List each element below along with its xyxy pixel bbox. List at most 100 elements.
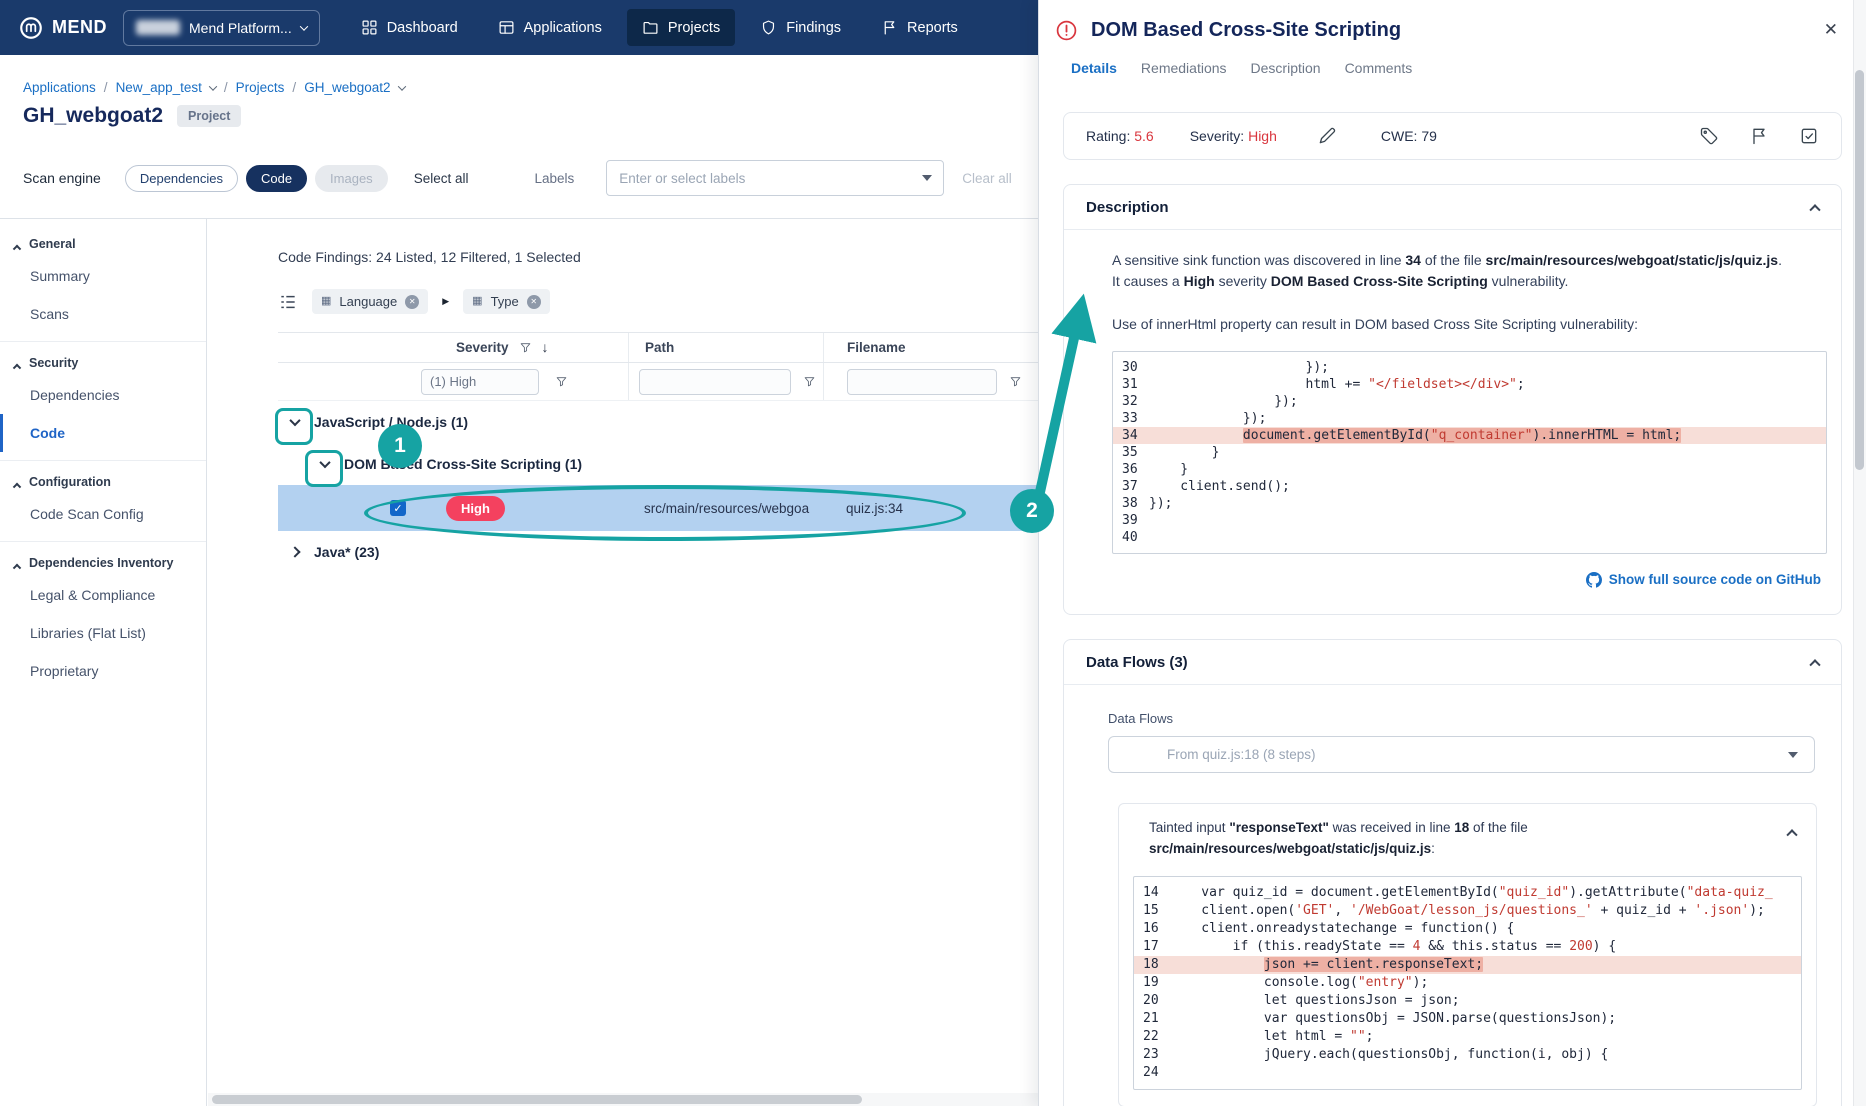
sidebar-section-general-header[interactable]: General (0, 229, 206, 257)
sidebar-item-legal-compliance[interactable]: Legal & Compliance (0, 576, 206, 614)
sidebar-item-scans[interactable]: Scans (0, 295, 206, 333)
breadcrumb-projects[interactable]: Projects (236, 80, 285, 95)
code-line: 38}); (1122, 496, 1173, 511)
view-settings-icon[interactable] (278, 292, 298, 312)
scan-engine-pills: Dependencies Code Images (124, 164, 388, 192)
nav-reports[interactable]: Reports (866, 9, 973, 46)
grid-icon: ▦ (472, 295, 483, 307)
filename-filter-input[interactable] (847, 368, 997, 395)
chevron-down-icon[interactable] (397, 81, 406, 91)
select-all-link[interactable]: Select all (414, 171, 469, 186)
resolve-checkbox-icon[interactable] (1799, 126, 1819, 146)
vertical-scrollbar-thumb[interactable] (1855, 70, 1864, 470)
group-chip-language[interactable]: ▦ Language ✕ (312, 289, 429, 314)
clear-all-link[interactable]: Clear all (962, 171, 1012, 186)
finding-info-card: Rating: 5.6 Severity: High CWE: 79 (1063, 112, 1842, 160)
org-selector-dropdown[interactable]: Mend Platform... (123, 9, 320, 46)
filename-column-header[interactable]: Filename (847, 340, 906, 355)
filename-filter-funnel-icon[interactable] (1009, 375, 1022, 388)
nav-dashboard[interactable]: Dashboard (346, 9, 473, 46)
tag-icon[interactable] (1699, 126, 1719, 146)
chevron-down-icon (299, 21, 308, 31)
expand-group-icon[interactable] (284, 541, 306, 563)
sidebar-section-security: Security Dependencies Code (0, 342, 206, 461)
sidebar-section-configuration-header[interactable]: Configuration (0, 467, 206, 495)
severity-column-header[interactable]: Severity (456, 340, 509, 355)
mend-logo-icon (20, 16, 42, 39)
rating-label: Rating: (1086, 128, 1131, 144)
remove-language-chip-icon[interactable]: ✕ (405, 294, 420, 309)
remove-type-chip-icon[interactable]: ✕ (526, 294, 541, 309)
collapse-description-icon[interactable] (1809, 198, 1821, 216)
engine-pill-images: Images (315, 164, 388, 192)
engine-pill-dependencies[interactable]: Dependencies (124, 164, 238, 192)
severity-filter-input[interactable] (421, 368, 539, 395)
horizontal-scrollbar-thumb[interactable] (212, 1095, 862, 1104)
sidebar-item-libraries-flat-list[interactable]: Libraries (Flat List) (0, 614, 206, 652)
severity-filter-funnel-icon[interactable] (555, 375, 568, 388)
group-chip-type[interactable]: ▦ Type ✕ (463, 289, 550, 314)
sidebar-item-summary[interactable]: Summary (0, 257, 206, 295)
collapse-group-icon[interactable] (314, 453, 336, 475)
flag-icon[interactable] (1749, 126, 1769, 146)
findings-icon (763, 20, 775, 35)
path-filter-funnel-icon[interactable] (803, 375, 816, 388)
chevron-up-icon (12, 363, 22, 372)
breadcrumb-gh-webgoat2[interactable]: GH_webgoat2 (304, 80, 390, 95)
group-row-java[interactable]: Java* (23) (278, 531, 1038, 573)
group-row-dom-based-xss[interactable]: DOM Based Cross-Site Scripting (1) (278, 443, 1038, 485)
tab-remediations[interactable]: Remediations (1141, 60, 1227, 76)
chevron-down-icon[interactable] (208, 81, 218, 91)
path-filter-input[interactable] (639, 368, 791, 395)
sidebar-section-general: General Summary Scans (0, 223, 206, 342)
nav-reports-label: Reports (907, 19, 958, 36)
sidebar-item-proprietary[interactable]: Proprietary (0, 652, 206, 690)
nav-findings[interactable]: Findings (745, 9, 856, 46)
sink-code-block: 30 }); 31 html += "</fieldset></div>"; 32 … (1112, 351, 1827, 554)
panel-tabs: Details Remediations Description Comment… (1039, 54, 1866, 90)
description-title: Description (1086, 198, 1169, 216)
group-row-label: Java* (23) (314, 544, 380, 560)
group-row-javascript-nodejs[interactable]: JavaScript / Node.js (1) (278, 401, 1038, 443)
panel-header: DOM Based Cross-Site Scripting ✕ (1039, 0, 1866, 54)
tab-comments[interactable]: Comments (1345, 60, 1413, 76)
row-checkbox-checked[interactable]: ✓ (390, 500, 406, 516)
mend-logo[interactable]: MEND (18, 15, 107, 41)
tab-description[interactable]: Description (1251, 60, 1321, 76)
breadcrumb-new-app-test[interactable]: New_app_test (116, 80, 202, 95)
labels-label: Labels (534, 170, 575, 186)
code-line: 24 (1143, 1065, 1159, 1081)
severity-filter-icon[interactable] (519, 341, 532, 354)
sidebar-item-dependencies[interactable]: Dependencies (0, 376, 206, 414)
data-flows-label: Data Flows (1108, 711, 1174, 727)
sort-descending-icon[interactable]: ↓ (542, 339, 549, 355)
applications-icon (499, 21, 514, 34)
code-line: 36 } (1122, 462, 1189, 477)
data-flows-title: Data Flows (3) (1086, 653, 1188, 671)
vertical-scrollbar[interactable] (1853, 0, 1866, 1106)
data-flow-select[interactable]: From quiz.js:18 (8 steps) (1108, 736, 1815, 774)
sidebar-item-code-scan-config[interactable]: Code Scan Config (0, 495, 206, 533)
collapse-data-flows-icon[interactable] (1809, 653, 1821, 671)
labels-input[interactable] (606, 160, 945, 196)
github-source-link[interactable]: Show full source code on GitHub (1609, 570, 1821, 590)
rating-value: 5.6 (1134, 128, 1154, 144)
chevron-down-icon[interactable] (922, 175, 933, 181)
engine-pill-code[interactable]: Code (245, 164, 308, 192)
finding-row-selected[interactable]: ✓ High src/main/resources/webgoa quiz.js… (278, 485, 1038, 531)
edit-severity-pencil-icon[interactable] (1317, 126, 1337, 146)
sidebar-section-security-header[interactable]: Security (0, 348, 206, 376)
close-panel-icon[interactable]: ✕ (1816, 18, 1846, 42)
horizontal-scrollbar[interactable] (208, 1093, 1038, 1106)
collapse-step-icon[interactable] (1786, 822, 1798, 860)
nav-applications[interactable]: Applications (483, 9, 617, 46)
nav-projects[interactable]: Projects (626, 9, 736, 46)
breadcrumb-applications[interactable]: Applications (23, 80, 96, 95)
code-line: 21 var questionsObj = JSON.parse(questio… (1143, 1011, 1617, 1027)
path-column-header[interactable]: Path (645, 340, 674, 355)
tab-details[interactable]: Details (1071, 60, 1117, 76)
cwe-label: CWE: (1380, 128, 1418, 144)
sidebar-section-dependencies-inventory-header[interactable]: Dependencies Inventory (0, 548, 206, 576)
sidebar-item-code[interactable]: Code (0, 414, 206, 452)
collapse-group-icon[interactable] (284, 411, 306, 433)
